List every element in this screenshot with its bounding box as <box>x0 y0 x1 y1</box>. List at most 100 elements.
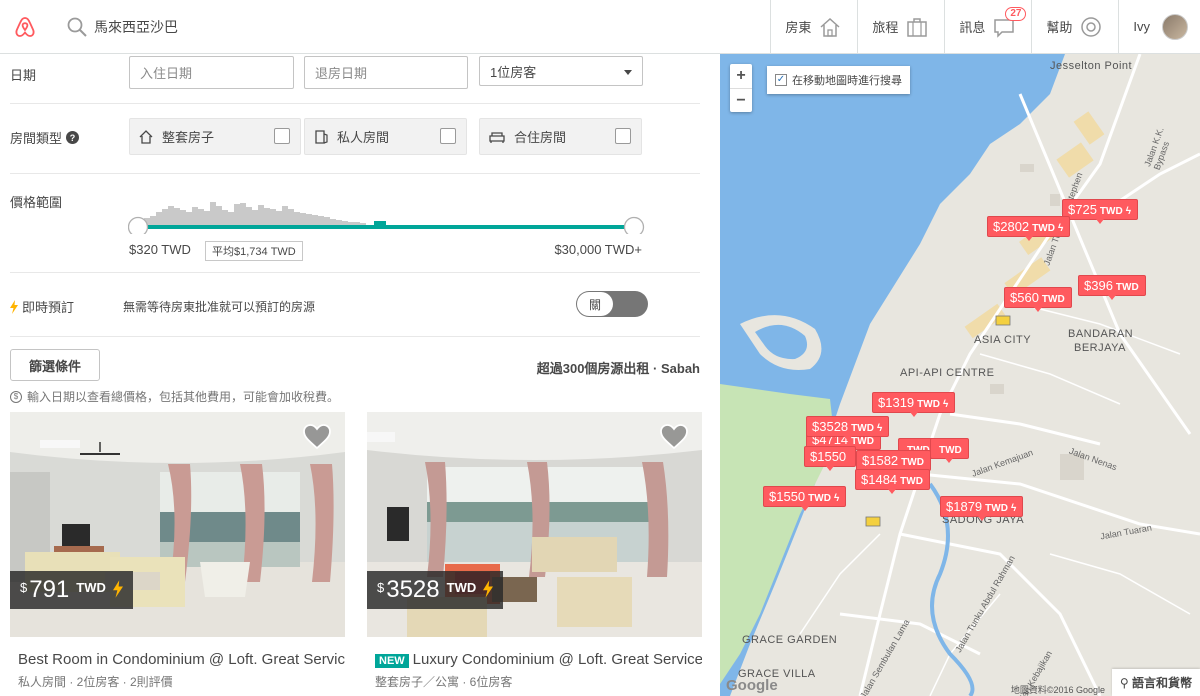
lightning-icon <box>483 580 494 598</box>
listing-photo[interactable]: $ 3528 TWD <box>367 412 702 637</box>
price-notice-text: 輸入日期以查看總價格，包括其他費用，可能會加收稅費。 <box>27 390 340 404</box>
listing-price-tag: $ 791 TWD <box>10 571 133 609</box>
room-type-entire-home[interactable]: 整套房子 <box>129 118 301 155</box>
map-price-pin[interactable]: $560 TWD <box>1004 287 1072 312</box>
search-on-move-toggle[interactable]: ✓ 在移動地圖時進行搜尋 <box>767 66 910 94</box>
nav-user-label: Ivy <box>1133 19 1150 34</box>
listing-price-unit: TWD <box>446 580 477 595</box>
suitcase-icon <box>904 14 930 40</box>
nav-host[interactable]: 房東 <box>770 0 857 54</box>
lightning-icon: ϟ <box>1057 223 1064 234</box>
room-type-entire-home-checkbox[interactable] <box>274 128 290 144</box>
room-type-shared-room-checkbox[interactable] <box>615 128 631 144</box>
listing-price-unit: TWD <box>76 580 106 595</box>
filters-button[interactable]: 篩選條件 <box>10 349 100 381</box>
pin-amount: $1879 <box>946 499 983 514</box>
heart-icon[interactable] <box>303 424 331 450</box>
heart-icon[interactable] <box>660 424 688 450</box>
map-price-pin[interactable]: $396 TWD <box>1078 275 1146 300</box>
nav-host-label: 房東 <box>785 20 812 35</box>
language-currency-label: 語言和貨幣 <box>1131 676 1192 690</box>
room-type-private-room-checkbox[interactable] <box>440 128 456 144</box>
language-currency-button[interactable]: ⚲ 語言和貨幣 <box>1111 669 1200 696</box>
door-icon <box>315 129 328 144</box>
map-price-pin[interactable]: $2802 TWD ϟ <box>987 216 1071 241</box>
map-price-pin[interactable]: $1582 TWD <box>856 450 931 475</box>
pin-unit: TWD <box>1115 282 1139 293</box>
map-price-pin[interactable]: $725 TWD ϟ <box>1062 199 1138 224</box>
map-label: BERJAYA <box>1074 342 1126 354</box>
listing-title[interactable]: NEW Luxury Condominium @ Loft. Great Serv… <box>367 651 702 668</box>
price-min-handle[interactable] <box>128 216 149 235</box>
chevron-down-icon <box>624 70 632 75</box>
room-type-shared-room[interactable]: 合住房間 <box>479 118 642 155</box>
pin-unit: TWD <box>917 399 940 410</box>
search-bar[interactable]: 馬來西亞沙巴 <box>50 0 770 54</box>
map-price-pin[interactable]: $1484 TWD <box>855 469 930 494</box>
checkout-input[interactable]: 退房日期 <box>304 56 468 89</box>
guests-value: 1位房客 <box>490 64 537 80</box>
instant-book-toggle[interactable]: 關 <box>576 291 648 317</box>
map-price-pin[interactable]: $1879 TWD ϟ <box>940 496 1024 521</box>
top-header: 馬來西亞沙巴 房東 旅程 訊息 27 幫助 Ivy <box>0 0 1200 54</box>
map-price-pin[interactable]: $1550 <box>804 446 857 471</box>
search-icon <box>67 17 87 37</box>
pin-unit: TWD <box>808 493 831 504</box>
search-results-panel: 日期 入住日期 退房日期 1位房客 房間類型 ? 整套房子 私人房間 合住房間 … <box>0 54 720 696</box>
checkout-placeholder: 退房日期 <box>315 66 368 81</box>
room-type-label-wrap: 房間類型 ? <box>10 128 80 147</box>
checkin-placeholder: 入住日期 <box>140 66 193 81</box>
pin-amount: $1582 <box>862 453 899 468</box>
house-icon <box>139 129 153 144</box>
price-notice: $ 輸入日期以查看總價格，包括其他費用，可能會加收稅費。 <box>10 388 339 405</box>
pin-unit: TWD <box>900 476 923 487</box>
listing-card[interactable]: $ 3528 TWD NEW Luxury Condominium @ Loft.… <box>367 412 702 690</box>
zoom-out-button[interactable]: − <box>730 88 752 112</box>
nav-trips[interactable]: 旅程 <box>857 0 944 54</box>
price-max-handle[interactable] <box>623 216 645 235</box>
checkin-input[interactable]: 入住日期 <box>129 56 294 89</box>
map-label: ASIA CITY <box>974 334 1032 346</box>
listing-title-text: Luxury Condominium @ Loft. Great Service… <box>412 651 702 668</box>
help-icon[interactable]: ? <box>66 131 80 144</box>
lightning-icon <box>10 299 18 314</box>
pin-amount: $560 <box>1010 290 1039 305</box>
search-input[interactable]: 馬來西亞沙巴 <box>94 17 178 37</box>
listing-price-amount: 791 <box>29 576 70 603</box>
zoom-in-button[interactable]: + <box>730 64 752 88</box>
room-type-private-room[interactable]: 私人房間 <box>304 118 467 155</box>
instant-book-row: 即時預訂 無需等待房東批准就可以預訂的房源 關 <box>10 273 700 337</box>
map-price-pin[interactable]: $1319 TWD ϟ <box>872 392 956 417</box>
nav-help[interactable]: 幫助 <box>1031 0 1118 54</box>
map-price-pin[interactable]: $1550 TWD ϟ <box>763 486 847 511</box>
instant-book-label: 即時預訂 <box>22 300 75 315</box>
listing-card[interactable]: $ 791 TWD Best Room in Condominium @ Lof… <box>10 412 345 690</box>
nav-user[interactable]: Ivy <box>1118 0 1200 54</box>
house-icon <box>817 14 843 40</box>
airbnb-logo[interactable] <box>0 0 50 54</box>
room-type-entire-home-label: 整套房子 <box>162 130 215 145</box>
pin-amount: $1319 <box>878 395 915 410</box>
room-type-private-room-label: 私人房間 <box>337 130 390 145</box>
lightning-icon: ϟ <box>833 493 840 504</box>
listing-price-currency: $ <box>20 580 28 595</box>
map-view[interactable]: + − ✓ 在移動地圖時進行搜尋 Jesselton Point ASIA CI… <box>720 54 1200 696</box>
map-label: GRACE GARDEN <box>742 634 838 646</box>
map-price-pin[interactable]: TWD <box>930 438 969 463</box>
listing-photo[interactable]: $ 791 TWD <box>10 412 345 637</box>
room-type-label: 房間類型 <box>10 131 63 146</box>
nav-messages-label: 訊息 <box>959 20 986 35</box>
listing-price-amount: 3528 <box>386 576 440 603</box>
nav-messages[interactable]: 訊息 27 <box>944 0 1031 54</box>
checkmark-icon[interactable]: ✓ <box>775 74 787 86</box>
room-type-row: 房間類型 ? 整套房子 私人房間 合住房間 <box>10 104 700 174</box>
location-pin-icon: ⚲ <box>1119 676 1129 690</box>
dates-row: 日期 入住日期 退房日期 1位房客 <box>10 54 700 104</box>
instant-book-label-wrap: 即時預訂 <box>10 297 74 316</box>
nav-help-label: 幫助 <box>1046 20 1073 35</box>
dates-label: 日期 <box>10 68 37 83</box>
pin-unit: TWD <box>1099 206 1123 217</box>
map-price-pin[interactable]: $3528 TWD ϟ <box>806 416 890 441</box>
guests-select[interactable]: 1位房客 <box>479 56 643 86</box>
listing-title[interactable]: Best Room in Condominium @ Loft. Great S… <box>10 651 345 668</box>
